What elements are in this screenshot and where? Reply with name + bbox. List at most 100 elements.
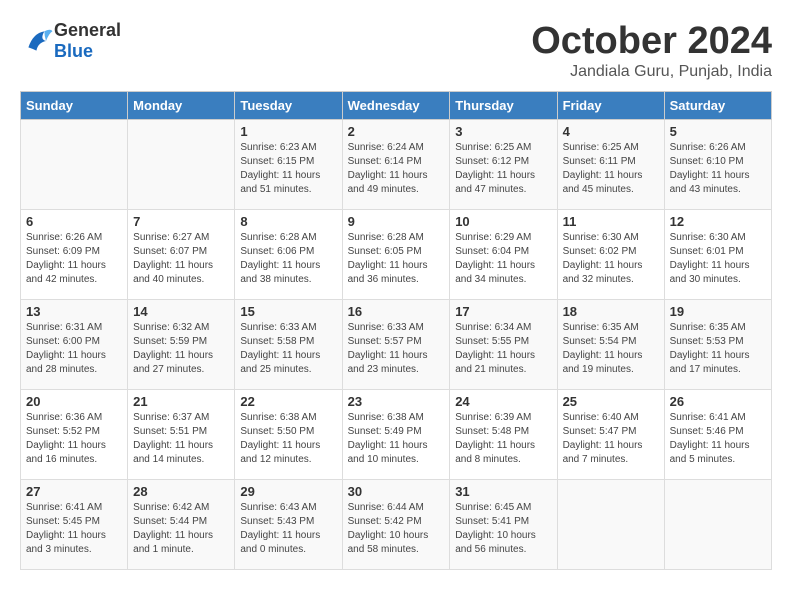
header-day-tuesday: Tuesday [235, 92, 342, 120]
day-info: Sunrise: 6:44 AM Sunset: 5:42 PM Dayligh… [348, 501, 445, 557]
day-number: 13 [26, 304, 122, 319]
calendar-cell: 29 Sunrise: 6:43 AM Sunset: 5:43 PM Dayli… [235, 480, 342, 570]
day-info: Sunrise: 6:24 AM Sunset: 6:14 PM Dayligh… [348, 141, 445, 197]
week-row-3: 13 Sunrise: 6:31 AM Sunset: 6:00 PM Dayli… [21, 300, 772, 390]
day-number: 5 [670, 124, 766, 139]
calendar-cell: 6 Sunrise: 6:26 AM Sunset: 6:09 PM Daylig… [21, 210, 128, 300]
calendar-cell [21, 120, 128, 210]
header-day-monday: Monday [128, 92, 235, 120]
calendar-cell [557, 480, 664, 570]
day-info: Sunrise: 6:27 AM Sunset: 6:07 PM Dayligh… [133, 231, 229, 287]
day-info: Sunrise: 6:33 AM Sunset: 5:57 PM Dayligh… [348, 321, 445, 377]
day-number: 23 [348, 394, 445, 409]
month-title: October 2024 [531, 20, 772, 63]
day-info: Sunrise: 6:43 AM Sunset: 5:43 PM Dayligh… [240, 501, 336, 557]
calendar-cell: 26 Sunrise: 6:41 AM Sunset: 5:46 PM Dayli… [664, 390, 771, 480]
day-info: Sunrise: 6:28 AM Sunset: 6:05 PM Dayligh… [348, 231, 445, 287]
day-info: Sunrise: 6:28 AM Sunset: 6:06 PM Dayligh… [240, 231, 336, 287]
day-number: 10 [455, 214, 551, 229]
day-info: Sunrise: 6:41 AM Sunset: 5:46 PM Dayligh… [670, 411, 766, 467]
day-info: Sunrise: 6:32 AM Sunset: 5:59 PM Dayligh… [133, 321, 229, 377]
page-header: General Blue October 2024 Jandiala Guru,… [20, 20, 772, 81]
day-number: 22 [240, 394, 336, 409]
calendar-cell: 5 Sunrise: 6:26 AM Sunset: 6:10 PM Daylig… [664, 120, 771, 210]
calendar-cell: 20 Sunrise: 6:36 AM Sunset: 5:52 PM Dayli… [21, 390, 128, 480]
calendar-cell: 15 Sunrise: 6:33 AM Sunset: 5:58 PM Dayli… [235, 300, 342, 390]
day-number: 4 [563, 124, 659, 139]
location-subtitle: Jandiala Guru, Punjab, India [531, 63, 772, 81]
day-info: Sunrise: 6:38 AM Sunset: 5:49 PM Dayligh… [348, 411, 445, 467]
week-row-2: 6 Sunrise: 6:26 AM Sunset: 6:09 PM Daylig… [21, 210, 772, 300]
day-number: 14 [133, 304, 229, 319]
day-info: Sunrise: 6:39 AM Sunset: 5:48 PM Dayligh… [455, 411, 551, 467]
day-number: 30 [348, 484, 445, 499]
day-info: Sunrise: 6:26 AM Sunset: 6:10 PM Dayligh… [670, 141, 766, 197]
calendar-cell [128, 120, 235, 210]
day-info: Sunrise: 6:42 AM Sunset: 5:44 PM Dayligh… [133, 501, 229, 557]
day-info: Sunrise: 6:31 AM Sunset: 6:00 PM Dayligh… [26, 321, 122, 377]
calendar-cell: 23 Sunrise: 6:38 AM Sunset: 5:49 PM Dayli… [342, 390, 450, 480]
logo-icon [22, 25, 54, 57]
calendar-cell: 17Sunrise: 6:34 AM Sunset: 5:55 PM Dayli… [450, 300, 557, 390]
day-info: Sunrise: 6:26 AM Sunset: 6:09 PM Dayligh… [26, 231, 122, 287]
header-day-sunday: Sunday [21, 92, 128, 120]
calendar-cell: 18 Sunrise: 6:35 AM Sunset: 5:54 PM Dayli… [557, 300, 664, 390]
day-number: 1 [240, 124, 336, 139]
day-number: 25 [563, 394, 659, 409]
day-number: 15 [240, 304, 336, 319]
week-row-5: 27Sunrise: 6:41 AM Sunset: 5:45 PM Dayli… [21, 480, 772, 570]
calendar-cell: 16Sunrise: 6:33 AM Sunset: 5:57 PM Dayli… [342, 300, 450, 390]
day-number: 24 [455, 394, 551, 409]
logo: General Blue [20, 20, 121, 62]
day-info: Sunrise: 6:23 AM Sunset: 6:15 PM Dayligh… [240, 141, 336, 197]
day-info: Sunrise: 6:35 AM Sunset: 5:53 PM Dayligh… [670, 321, 766, 377]
day-number: 18 [563, 304, 659, 319]
day-number: 27 [26, 484, 122, 499]
calendar-cell: 30 Sunrise: 6:44 AM Sunset: 5:42 PM Dayli… [342, 480, 450, 570]
day-info: Sunrise: 6:34 AM Sunset: 5:55 PM Dayligh… [455, 321, 551, 377]
day-number: 11 [563, 214, 659, 229]
calendar-cell: 1 Sunrise: 6:23 AM Sunset: 6:15 PM Daylig… [235, 120, 342, 210]
day-number: 21 [133, 394, 229, 409]
calendar-cell: 8 Sunrise: 6:28 AM Sunset: 6:06 PM Daylig… [235, 210, 342, 300]
calendar-cell: 21 Sunrise: 6:37 AM Sunset: 5:51 PM Dayli… [128, 390, 235, 480]
header-row: SundayMondayTuesdayWednesdayThursdayFrid… [21, 92, 772, 120]
logo-general-text: General [54, 20, 121, 40]
day-info: Sunrise: 6:37 AM Sunset: 5:51 PM Dayligh… [133, 411, 229, 467]
day-info: Sunrise: 6:33 AM Sunset: 5:58 PM Dayligh… [240, 321, 336, 377]
day-number: 9 [348, 214, 445, 229]
day-number: 29 [240, 484, 336, 499]
calendar-cell: 27Sunrise: 6:41 AM Sunset: 5:45 PM Dayli… [21, 480, 128, 570]
calendar-table: SundayMondayTuesdayWednesdayThursdayFrid… [20, 91, 772, 570]
day-number: 12 [670, 214, 766, 229]
day-info: Sunrise: 6:30 AM Sunset: 6:01 PM Dayligh… [670, 231, 766, 287]
calendar-cell: 19 Sunrise: 6:35 AM Sunset: 5:53 PM Dayli… [664, 300, 771, 390]
calendar-body: 1 Sunrise: 6:23 AM Sunset: 6:15 PM Daylig… [21, 120, 772, 570]
day-info: Sunrise: 6:25 AM Sunset: 6:12 PM Dayligh… [455, 141, 551, 197]
day-info: Sunrise: 6:35 AM Sunset: 5:54 PM Dayligh… [563, 321, 659, 377]
calendar-cell: 31Sunrise: 6:45 AM Sunset: 5:41 PM Dayli… [450, 480, 557, 570]
day-number: 20 [26, 394, 122, 409]
title-section: October 2024 Jandiala Guru, Punjab, Indi… [531, 20, 772, 81]
day-number: 28 [133, 484, 229, 499]
calendar-cell: 7Sunrise: 6:27 AM Sunset: 6:07 PM Daylig… [128, 210, 235, 300]
calendar-cell: 10Sunrise: 6:29 AM Sunset: 6:04 PM Dayli… [450, 210, 557, 300]
week-row-1: 1 Sunrise: 6:23 AM Sunset: 6:15 PM Daylig… [21, 120, 772, 210]
week-row-4: 20 Sunrise: 6:36 AM Sunset: 5:52 PM Dayli… [21, 390, 772, 480]
day-info: Sunrise: 6:38 AM Sunset: 5:50 PM Dayligh… [240, 411, 336, 467]
calendar-cell: 11Sunrise: 6:30 AM Sunset: 6:02 PM Dayli… [557, 210, 664, 300]
day-number: 26 [670, 394, 766, 409]
day-number: 2 [348, 124, 445, 139]
day-number: 19 [670, 304, 766, 319]
header-day-wednesday: Wednesday [342, 92, 450, 120]
day-info: Sunrise: 6:25 AM Sunset: 6:11 PM Dayligh… [563, 141, 659, 197]
calendar-cell: 4 Sunrise: 6:25 AM Sunset: 6:11 PM Daylig… [557, 120, 664, 210]
calendar-cell: 28 Sunrise: 6:42 AM Sunset: 5:44 PM Dayli… [128, 480, 235, 570]
day-number: 8 [240, 214, 336, 229]
day-number: 6 [26, 214, 122, 229]
logo-blue-text: Blue [54, 41, 93, 61]
day-info: Sunrise: 6:36 AM Sunset: 5:52 PM Dayligh… [26, 411, 122, 467]
calendar-header: SundayMondayTuesdayWednesdayThursdayFrid… [21, 92, 772, 120]
calendar-cell [664, 480, 771, 570]
header-day-thursday: Thursday [450, 92, 557, 120]
